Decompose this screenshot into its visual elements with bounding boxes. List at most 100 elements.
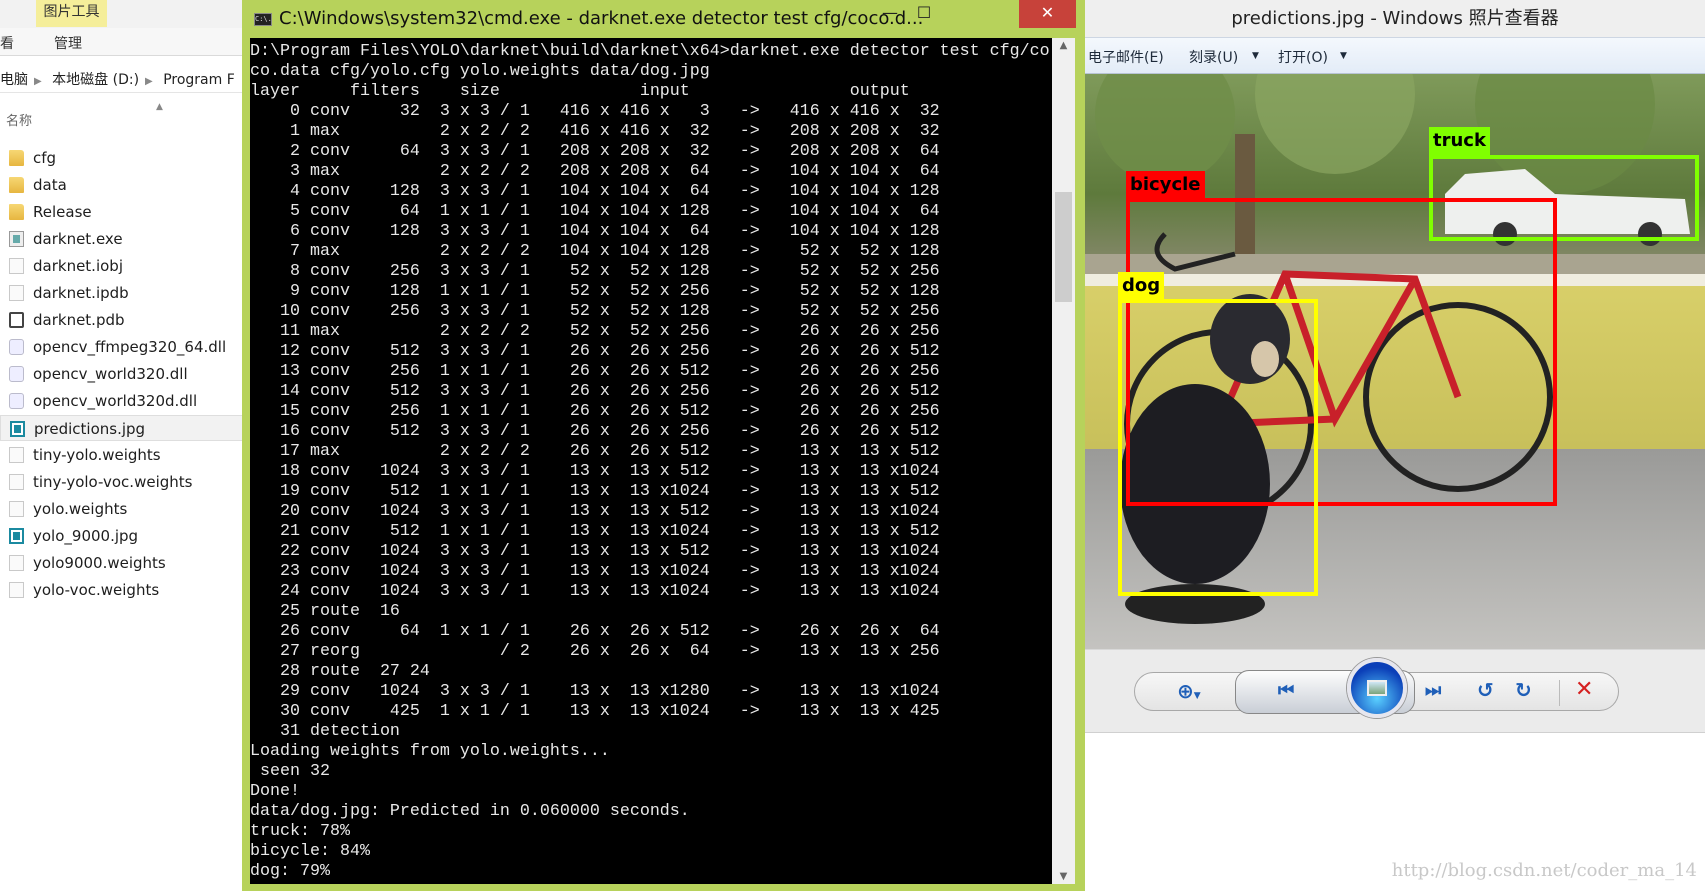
scroll-up-icon[interactable]: ▲ <box>1052 40 1075 51</box>
console-line: Loading weights from yolo.weights... <box>250 742 610 761</box>
console-line: 19 conv 512 1 x 1 / 1 13 x 13 x1024 -> 1… <box>250 482 940 501</box>
console-line: 20 conv 1024 3 x 3 / 1 13 x 13 x 512 -> … <box>250 502 940 521</box>
img-icon <box>10 421 25 437</box>
truck-label: truck <box>1429 127 1490 155</box>
file-item[interactable]: tiny-yolo.weights <box>0 442 245 468</box>
exe-icon <box>9 231 24 247</box>
maximize-button[interactable]: ☐ <box>910 0 938 28</box>
photo-viewer-window: predictions.jpg - Windows 照片查看器 电子邮件(E) … <box>1085 0 1705 891</box>
file-name: darknet.ipdb <box>33 284 129 302</box>
dog-label: dog <box>1118 272 1165 300</box>
tab-manage[interactable]: 管理 <box>54 33 82 53</box>
scrollbar-thumb[interactable] <box>1055 192 1072 302</box>
console-line: 18 conv 1024 3 x 3 / 1 13 x 13 x 512 -> … <box>250 462 940 481</box>
console-scrollbar[interactable]: ▲ ▼ <box>1052 38 1075 884</box>
console-line: 15 conv 256 1 x 1 / 1 26 x 26 x 512 -> 2… <box>250 402 940 421</box>
dll-icon <box>9 393 24 409</box>
file-item[interactable]: yolo9000.weights <box>0 550 245 576</box>
prediction-image: truck bicycle dog <box>1085 74 1705 649</box>
file-item[interactable]: darknet.exe <box>0 226 245 252</box>
doc-icon <box>9 501 24 517</box>
folder-icon <box>9 177 24 193</box>
file-item[interactable]: opencv_ffmpeg320_64.dll <box>0 334 245 360</box>
console-line: 17 max 2 x 2 / 2 26 x 26 x 512 -> 13 x 1… <box>250 442 940 461</box>
dropdown-arrow-icon[interactable]: ▼ <box>1252 51 1259 61</box>
file-name: opencv_ffmpeg320_64.dll <box>33 338 227 356</box>
file-name: darknet.pdb <box>33 311 125 329</box>
slideshow-icon <box>1367 680 1387 696</box>
slideshow-button[interactable] <box>1347 658 1407 718</box>
cmd-icon: C:\. <box>254 13 272 26</box>
scroll-down-icon[interactable]: ▼ <box>1052 871 1075 882</box>
menu-open[interactable]: 打开(O) <box>1278 47 1328 67</box>
tab-view[interactable]: 看 <box>0 33 14 53</box>
file-item[interactable]: yolo_9000.jpg <box>0 523 245 549</box>
file-name: yolo_9000.jpg <box>33 527 139 545</box>
file-item[interactable]: yolo-voc.weights <box>0 577 245 603</box>
ribbon-context-bar: 图片工具 <box>0 0 245 28</box>
file-item[interactable]: darknet.pdb <box>0 307 245 333</box>
crumb-computer[interactable]: 电脑 <box>0 72 28 88</box>
bicycle-label: bicycle <box>1126 171 1205 199</box>
file-item[interactable]: predictions.jpg <box>0 415 245 441</box>
file-item[interactable]: darknet.ipdb <box>0 280 245 306</box>
file-name: darknet.iobj <box>33 257 123 275</box>
folder-icon <box>9 150 24 166</box>
console-line: 26 conv 64 1 x 1 / 1 26 x 26 x 512 -> 26… <box>250 622 940 641</box>
minimize-button[interactable]: — <box>877 0 903 28</box>
console-line: 24 conv 1024 3 x 3 / 1 13 x 13 x1024 -> … <box>250 582 940 601</box>
delete-icon[interactable]: ✕ <box>1575 677 1593 702</box>
cmd-title-bar[interactable]: C:\. C:\Windows\system32\cmd.exe - darkn… <box>242 0 1085 38</box>
doc-icon <box>9 258 24 274</box>
console-line: 23 conv 1024 3 x 3 / 1 13 x 13 x1024 -> … <box>250 562 940 581</box>
console-line: 29 conv 1024 3 x 3 / 1 13 x 13 x1280 -> … <box>250 682 940 701</box>
console-line: co.data cfg/yolo.cfg yolo.weights data/d… <box>250 62 710 81</box>
file-item[interactable]: Release <box>0 199 245 225</box>
breadcrumb[interactable]: 电脑 ▶ 本地磁盘 (D:) ▶ Program F <box>0 67 245 93</box>
console-line: data/dog.jpg: Predicted in 0.060000 seco… <box>250 802 690 821</box>
dll-icon <box>9 339 24 355</box>
file-item[interactable]: opencv_world320.dll <box>0 361 245 387</box>
column-header-name[interactable]: 名称 <box>6 110 32 129</box>
previous-icon[interactable]: ⏮ <box>1278 680 1294 701</box>
picture-tools-tab[interactable]: 图片工具 <box>36 0 107 27</box>
doc-icon <box>9 555 24 571</box>
doc-icon <box>9 285 24 301</box>
console-line: 3 max 2 x 2 / 2 208 x 208 x 64 -> 104 x … <box>250 162 940 181</box>
rotate-cw-icon[interactable]: ↻ <box>1515 678 1532 702</box>
console-line: 2 conv 64 3 x 3 / 1 208 x 208 x 32 -> 20… <box>250 142 940 161</box>
crumb-drive[interactable]: 本地磁盘 (D:) <box>52 72 139 88</box>
console-line: D:\Program Files\YOLO\darknet\build\dark… <box>250 42 1050 61</box>
console-line: 1 max 2 x 2 / 2 416 x 416 x 32 -> 208 x … <box>250 122 940 141</box>
console-line: 5 conv 64 1 x 1 / 1 104 x 104 x 128 -> 1… <box>250 202 940 221</box>
file-name: opencv_world320.dll <box>33 365 188 383</box>
file-name: yolo-voc.weights <box>33 581 160 599</box>
watermark: http://blog.csdn.net/coder_ma_14 <box>1391 860 1697 881</box>
console-line: 12 conv 512 3 x 3 / 1 26 x 26 x 256 -> 2… <box>250 342 940 361</box>
crumb-program-files[interactable]: Program F <box>163 72 235 88</box>
console-output[interactable]: D:\Program Files\YOLO\darknet\build\dark… <box>250 38 1052 884</box>
file-item[interactable]: cfg <box>0 145 245 171</box>
dropdown-arrow-icon[interactable]: ▼ <box>1340 51 1347 61</box>
next-icon[interactable]: ⏭ <box>1425 680 1441 701</box>
file-item[interactable]: darknet.iobj <box>0 253 245 279</box>
doc-icon <box>9 582 24 598</box>
file-name: Release <box>33 203 92 221</box>
file-item[interactable]: data <box>0 172 245 198</box>
sort-ascending-icon: ▲ <box>156 102 163 112</box>
file-item[interactable]: opencv_world320d.dll <box>0 388 245 414</box>
console-line: 10 conv 256 3 x 3 / 1 52 x 52 x 128 -> 5… <box>250 302 940 321</box>
console-line: 11 max 2 x 2 / 2 52 x 52 x 256 -> 26 x 2… <box>250 322 940 341</box>
file-name: opencv_world320d.dll <box>33 392 198 410</box>
file-name: predictions.jpg <box>34 420 146 438</box>
rotate-ccw-icon[interactable]: ↺ <box>1477 678 1494 702</box>
menu-burn[interactable]: 刻录(U) <box>1189 47 1238 67</box>
close-button[interactable]: ✕ <box>1019 0 1076 28</box>
file-item[interactable]: tiny-yolo-voc.weights <box>0 469 245 495</box>
console-line: 6 conv 128 3 x 3 / 1 104 x 104 x 64 -> 1… <box>250 222 940 241</box>
file-item[interactable]: yolo.weights <box>0 496 245 522</box>
menu-email[interactable]: 电子邮件(E) <box>1088 47 1164 67</box>
file-name: yolo.weights <box>33 500 128 518</box>
zoom-icon[interactable]: ⊕▼ <box>1177 679 1201 703</box>
file-name: tiny-yolo-voc.weights <box>33 473 193 491</box>
